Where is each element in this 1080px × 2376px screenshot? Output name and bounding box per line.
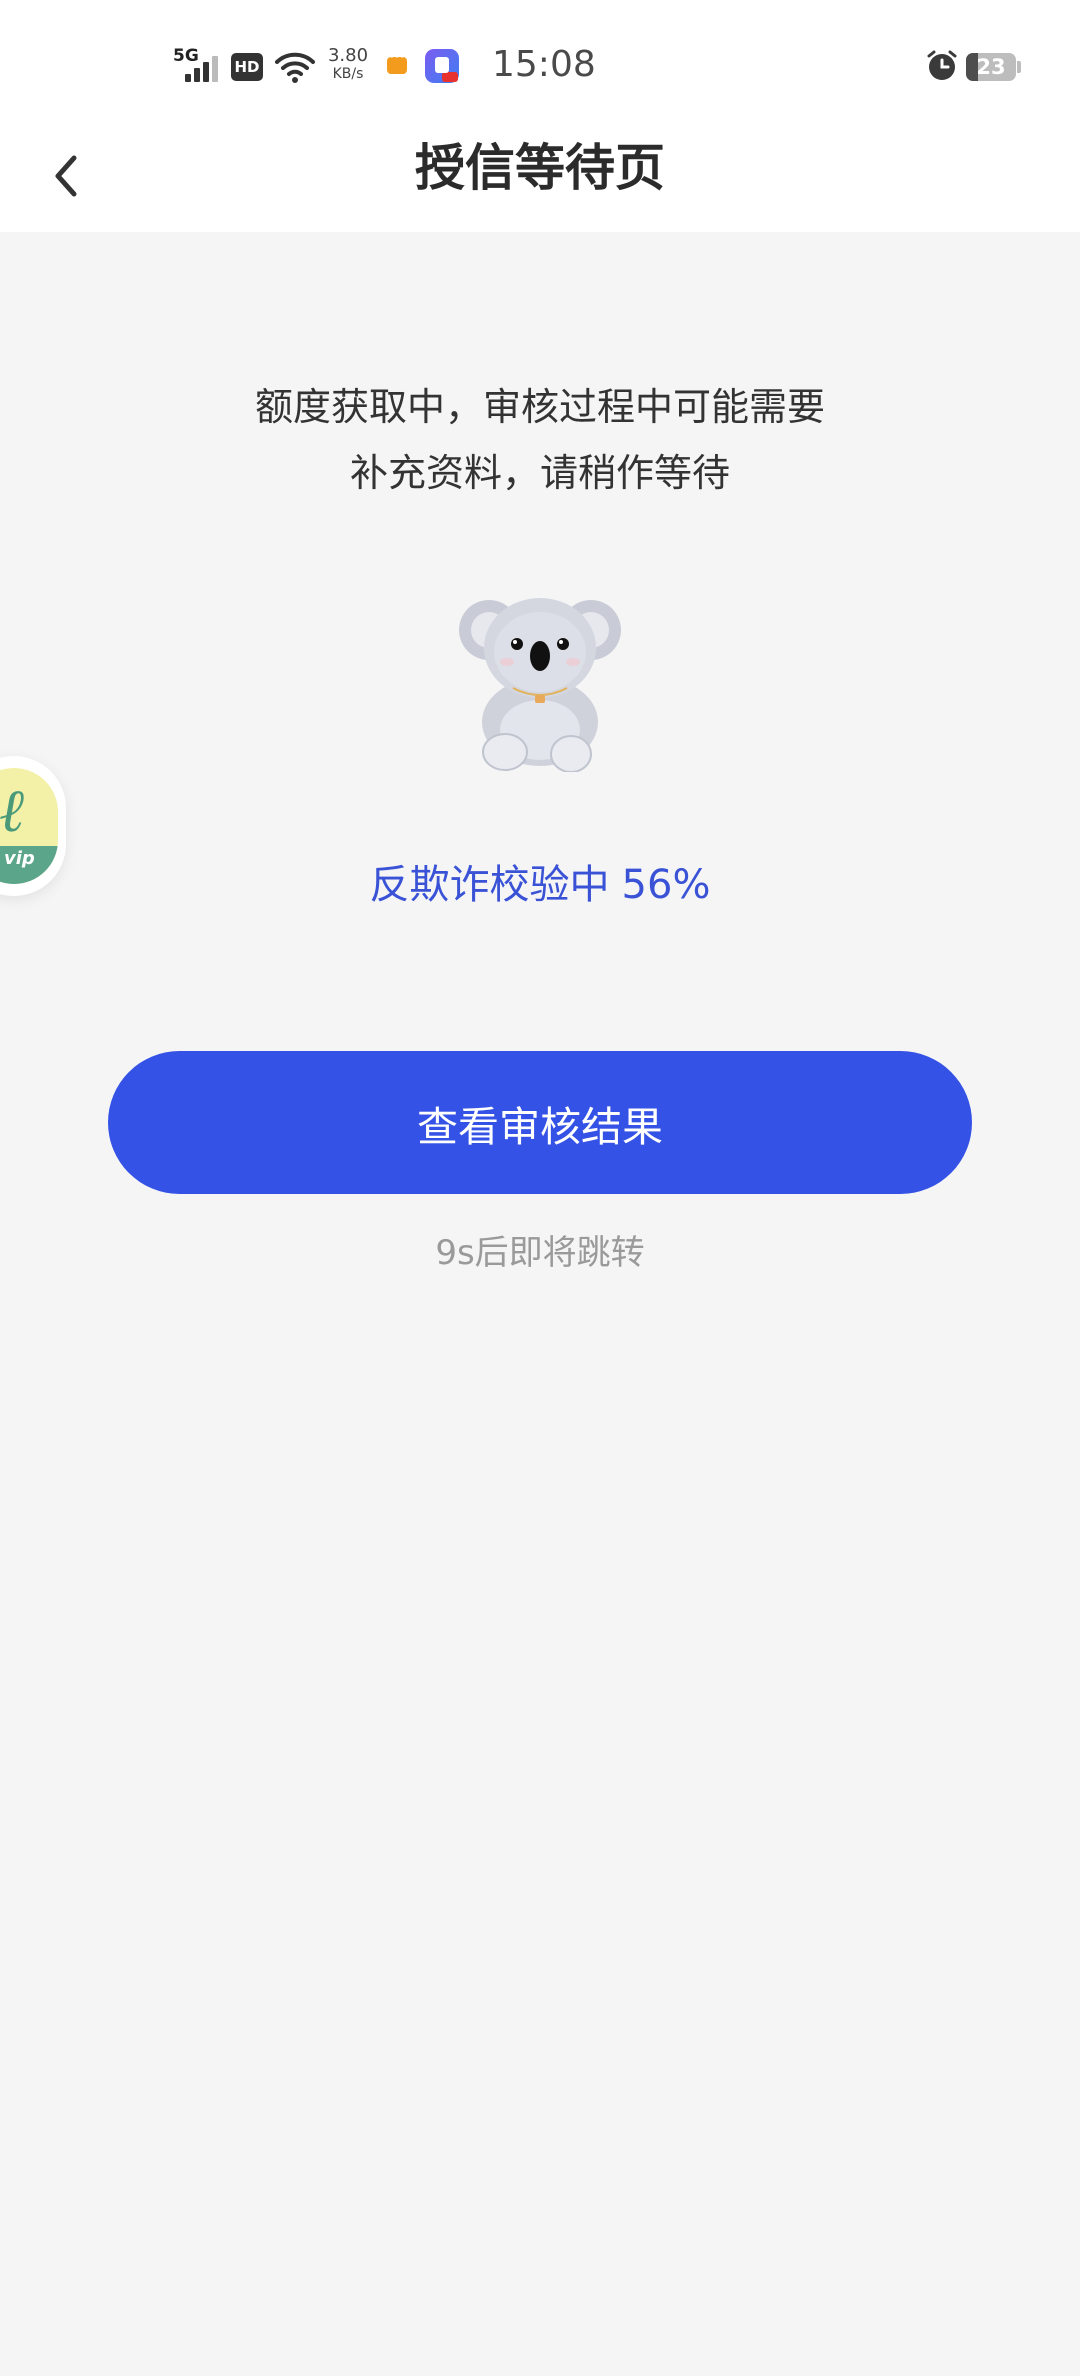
network-speed: 3.80 KB/s [326, 45, 370, 82]
status-notice: 额度获取中，审核过程中可能需要 补充资料，请稍作等待 [140, 374, 940, 506]
vip-badge-icon: ℓ vip [0, 768, 58, 884]
status-bar: 5G HD 3.80 KB/s 15:08 23 [0, 0, 1080, 120]
battery-cap [1017, 61, 1021, 73]
network-speed-unit: KB/s [332, 66, 364, 82]
status-time: 15:08 [492, 44, 596, 85]
progress-status: 反欺诈校验中 56% [140, 852, 940, 910]
alarm-icon [927, 50, 957, 80]
signal-icon [185, 56, 218, 82]
app-notification-icon [425, 49, 459, 83]
redirect-countdown: 9s后即将跳转 [435, 1233, 645, 1273]
vip-float-button[interactable]: ℓ vip [0, 756, 66, 896]
battery-level-text: 23 [976, 55, 1006, 79]
progress-label: 反欺诈校验中 [369, 862, 610, 908]
network-speed-value: 3.80 [327, 45, 369, 66]
hd-icon: HD [231, 53, 263, 81]
chevron-left-icon [55, 155, 77, 197]
notice-line-1: 额度获取中，审核过程中可能需要 [254, 385, 825, 429]
page-title: 授信等待页 [415, 139, 665, 197]
vip-badge-text: vip [4, 848, 35, 869]
progress-percent: 56% [621, 862, 711, 908]
view-result-button[interactable]: 查看审核结果 [108, 1051, 972, 1194]
back-button[interactable] [44, 140, 104, 212]
notice-line-2: 补充资料，请稍作等待 [349, 451, 730, 495]
koala-illustration [459, 598, 621, 772]
wifi-icon [275, 52, 315, 83]
nav-bar: 授信等待页 [0, 120, 1080, 232]
message-icon [387, 49, 407, 74]
